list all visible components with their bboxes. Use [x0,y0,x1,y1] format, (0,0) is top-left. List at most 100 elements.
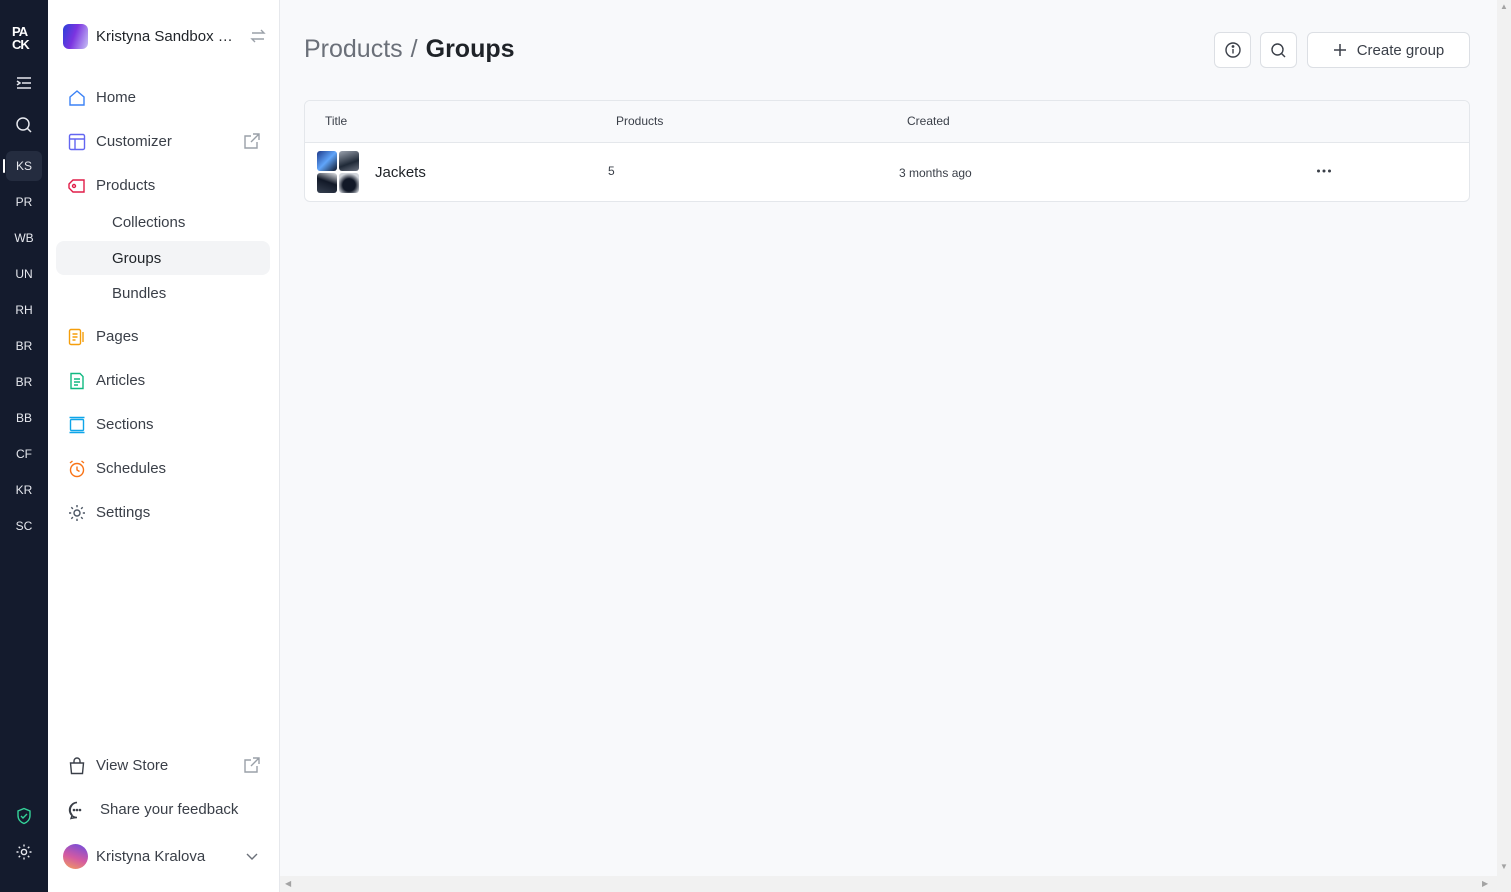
product-thumbnail [339,173,359,193]
table-row[interactable]: Jackets 5 3 months ago [305,143,1469,201]
shopping-bag-icon [69,757,85,775]
view-store-link[interactable]: View Store [56,748,270,782]
user-menu[interactable]: Kristyna Kralova [63,843,268,869]
scrollbar-corner [1497,876,1511,892]
gear-icon[interactable] [12,840,36,864]
view-store-label: View Store [96,756,169,774]
product-thumbnail [317,173,337,193]
user-name: Kristyna Kralova [96,847,206,865]
nav-sections-label: Sections [96,415,154,433]
nav-sections[interactable]: Sections [56,407,270,441]
nav-home[interactable]: Home [56,80,270,114]
nav-pages-label: Pages [96,327,139,345]
product-thumbnail [339,151,359,171]
nav-customizer-label: Customizer [96,132,172,150]
workspace-switcher[interactable]: Kristyna Sandbox S... [63,23,268,49]
settings-gear-icon [69,505,85,521]
scroll-down-arrow-icon[interactable]: ▼ [1500,862,1508,871]
chevron-down-icon [246,853,258,860]
nav-bundles[interactable]: Bundles [56,276,270,310]
nav-schedules[interactable]: Schedules [56,451,270,485]
nav-groups[interactable]: Groups [56,241,270,275]
nav-schedules-label: Schedules [96,459,167,477]
product-thumbnail [317,151,337,171]
breadcrumb-separator: / [410,35,418,63]
group-title[interactable]: Jackets [375,164,426,181]
pack-logo-icon: PA CK [12,24,31,52]
workspace-name: Kristyna Sandbox S... [96,27,238,45]
home-icon [69,90,85,106]
feedback-label: Share your feedback [100,800,239,818]
nav-home-label: Home [96,88,137,106]
column-products[interactable]: Products [616,114,663,128]
rail-store-wb[interactable]: WB [6,223,42,253]
nav-settings[interactable]: Settings [56,495,270,529]
row-actions-button[interactable] [1309,159,1339,183]
horizontal-scrollbar[interactable]: ◀ ▶ [280,876,1497,892]
groups-table: Title Products Created Jackets 5 3 month… [304,100,1470,202]
info-button[interactable] [1214,32,1251,68]
rail-store-br-2[interactable]: BR [6,367,42,397]
sidebar: Kristyna Sandbox S... Home Customizer Pr… [48,0,280,892]
scroll-up-arrow-icon[interactable]: ▲ [1500,2,1508,11]
main-content: Products / Groups Create group Title Produ… [280,0,1497,876]
external-link-icon[interactable] [242,131,262,151]
rail-store-rh[interactable]: RH [6,295,42,325]
workspace-logo [63,23,88,49]
app-rail: PA CK KS PR WB UN RH BR BR BB CF KR SC [0,0,48,892]
search-icon[interactable] [12,113,36,137]
nav-collections-label: Collections [112,213,186,231]
scroll-right-arrow-icon[interactable]: ▶ [1482,879,1488,888]
create-group-button[interactable]: Create group [1307,32,1470,68]
breadcrumb-products[interactable]: Products [304,35,403,63]
table-header: Title Products Created [305,101,1469,143]
nav-products[interactable]: Products [56,168,270,202]
breadcrumb-current: Groups [425,35,515,63]
create-group-label: Create group [1356,41,1445,59]
chat-bubble-icon [68,801,82,820]
column-created[interactable]: Created [907,114,950,128]
nav-articles[interactable]: Articles [56,363,270,397]
shield-check-icon[interactable] [12,804,36,828]
rail-store-kr[interactable]: KR [6,475,42,505]
search-button[interactable] [1260,32,1297,68]
plus-icon [1333,44,1346,56]
rail-store-un[interactable]: UN [6,259,42,289]
layout-icon [68,133,86,151]
rail-store-sc[interactable]: SC [6,511,42,541]
tag-icon [68,179,85,193]
page-title: Products / Groups [304,35,515,64]
group-product-count: 5 [608,164,615,178]
pages-icon [68,328,84,346]
nav-settings-label: Settings [96,503,151,521]
external-link-icon[interactable] [242,755,262,775]
svg-text:CK: CK [12,37,30,52]
feedback-link[interactable]: Share your feedback [56,792,270,826]
rail-store-cf[interactable]: CF [6,439,42,469]
sections-icon [69,416,85,434]
nav-bundles-label: Bundles [112,284,167,302]
more-horizontal-icon [1317,169,1331,173]
switch-arrows-icon[interactable] [248,26,268,46]
collapse-menu-icon[interactable] [12,71,36,95]
column-title[interactable]: Title [325,114,347,128]
info-icon [1224,42,1241,58]
search-icon [1271,42,1286,57]
group-thumbnails [317,151,360,194]
nav-products-label: Products [96,176,156,194]
app-logo[interactable]: PA CK [10,24,38,52]
nav-groups-label: Groups [112,249,162,267]
avatar [63,843,88,869]
rail-store-br[interactable]: BR [6,331,42,361]
rail-store-pr[interactable]: PR [6,187,42,217]
rail-store-bb[interactable]: BB [6,403,42,433]
group-created: 3 months ago [899,166,972,180]
vertical-scrollbar[interactable]: ▲ ▼ [1497,0,1511,876]
articles-icon [70,372,84,390]
nav-pages[interactable]: Pages [56,319,270,353]
nav-articles-label: Articles [96,371,146,389]
rail-store-ks[interactable]: KS [3,151,42,181]
nav-customizer[interactable]: Customizer [56,124,270,158]
nav-collections[interactable]: Collections [56,205,270,239]
scroll-left-arrow-icon[interactable]: ◀ [285,879,291,888]
